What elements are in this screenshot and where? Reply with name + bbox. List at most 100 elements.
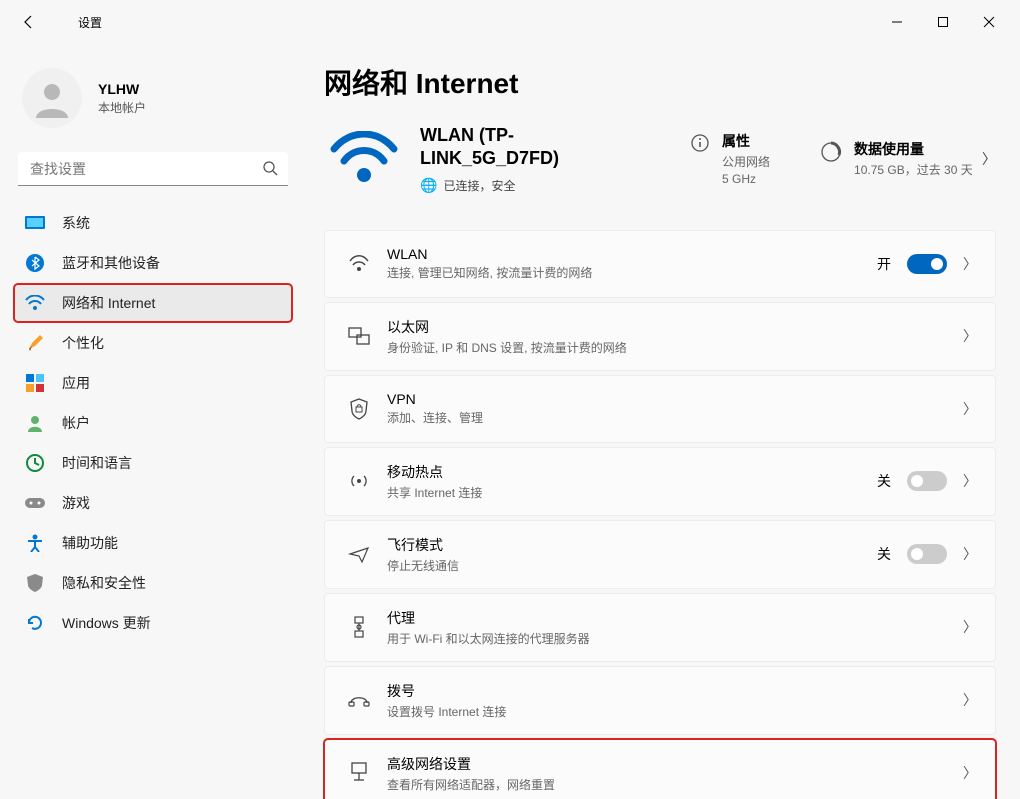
card-desc: 查看所有网络适配器，网络重置 <box>387 776 555 793</box>
page-title: 网络和 Internet <box>324 62 996 102</box>
nav-label: Windows 更新 <box>62 613 151 633</box>
system-icon <box>24 212 46 234</box>
info-icon <box>690 133 710 158</box>
status-sub: 已连接，安全 <box>443 177 515 194</box>
avatar <box>22 68 82 128</box>
nav-system[interactable]: 系统 <box>14 204 292 242</box>
card-title: WLAN <box>387 246 592 262</box>
chevron-right-icon: 〉 <box>963 326 977 346</box>
nav-label: 系统 <box>62 213 90 233</box>
nav-label: 时间和语言 <box>62 453 132 473</box>
status-row[interactable]: WLAN (TP-LINK_5G_D7FD) 🌐 已连接，安全 属性 公用网络 … <box>324 124 996 194</box>
chevron-right-icon: 〉 <box>963 399 977 419</box>
prop-head: 属性 <box>722 131 770 151</box>
nav-personalize[interactable]: 个性化 <box>14 324 292 362</box>
nav-label: 应用 <box>62 373 90 393</box>
window-title: 设置 <box>78 14 102 31</box>
nav-label: 网络和 Internet <box>62 293 155 313</box>
nav-gaming[interactable]: 游戏 <box>14 484 292 522</box>
nav: 系统 蓝牙和其他设备 网络和 Internet 个性化 应用 帐户 <box>14 204 292 642</box>
nav-label: 个性化 <box>62 333 104 353</box>
card-desc: 身份验证, IP 和 DNS 设置, 按流量计费的网络 <box>387 339 627 356</box>
nav-apps[interactable]: 应用 <box>14 364 292 402</box>
toggle-label: 关 <box>877 471 891 491</box>
card-title: 高级网络设置 <box>387 754 555 774</box>
chevron-right-icon: 〉 <box>963 690 977 710</box>
nav-accounts[interactable]: 帐户 <box>14 404 292 442</box>
prop-d1: 公用网络 <box>722 153 770 170</box>
airplane-toggle[interactable] <box>907 544 947 564</box>
card-desc: 共享 Internet 连接 <box>387 484 482 501</box>
nav-label: 辅助功能 <box>62 533 118 553</box>
profile-sub: 本地帐户 <box>98 99 146 116</box>
nav-bluetooth[interactable]: 蓝牙和其他设备 <box>14 244 292 282</box>
card-vpn[interactable]: VPN 添加、连接、管理 〉 <box>324 375 996 443</box>
gamepad-icon <box>24 492 46 514</box>
vpn-icon <box>339 398 379 420</box>
card-desc: 添加、连接、管理 <box>387 409 483 426</box>
window-controls <box>874 5 1012 39</box>
clock-icon <box>24 452 46 474</box>
nav-privacy[interactable]: 隐私和安全性 <box>14 564 292 602</box>
advanced-icon <box>339 762 379 784</box>
account-icon <box>24 412 46 434</box>
hotspot-toggle[interactable] <box>907 471 947 491</box>
toggle-label: 关 <box>877 544 891 564</box>
bluetooth-icon <box>24 252 46 274</box>
nav-update[interactable]: Windows 更新 <box>14 604 292 642</box>
data-icon <box>820 141 842 168</box>
card-dial[interactable]: 拨号 设置拨号 Internet 连接 〉 <box>324 666 996 735</box>
search-icon <box>262 160 278 181</box>
nav-label: 蓝牙和其他设备 <box>62 253 160 273</box>
chevron-right-icon: 〉 <box>963 763 977 783</box>
title-bar: 设置 <box>0 0 1020 44</box>
chevron-right-icon: 〉 <box>963 617 977 637</box>
accessibility-icon <box>24 532 46 554</box>
globe-icon: 🌐 <box>420 177 437 194</box>
wifi-icon <box>339 255 379 273</box>
wifi-icon <box>24 292 46 314</box>
status-title: WLAN (TP-LINK_5G_D7FD) <box>420 124 630 171</box>
card-desc: 连接, 管理已知网络, 按流量计费的网络 <box>387 264 592 281</box>
back-button[interactable] <box>14 7 44 37</box>
profile[interactable]: YLHW 本地帐户 <box>14 54 292 152</box>
card-advanced[interactable]: 高级网络设置 查看所有网络适配器，网络重置 〉 <box>324 739 996 799</box>
card-title: 移动热点 <box>387 462 482 482</box>
card-title: 以太网 <box>387 317 627 337</box>
sidebar: YLHW 本地帐户 系统 蓝牙和其他设备 网络和 Internet <box>0 44 300 799</box>
data-head: 数据使用量 <box>854 139 973 159</box>
minimize-button[interactable] <box>874 5 920 39</box>
card-ethernet[interactable]: 以太网 身份验证, IP 和 DNS 设置, 按流量计费的网络 〉 <box>324 302 996 371</box>
nav-label: 游戏 <box>62 493 90 513</box>
chevron-right-icon: 〉 <box>982 149 996 169</box>
cards: WLAN 连接, 管理已知网络, 按流量计费的网络 开 〉 以太网 身份验证, … <box>324 230 996 799</box>
nav-network[interactable]: 网络和 Internet <box>14 284 292 322</box>
wifi-large-icon <box>324 131 404 187</box>
dial-icon <box>339 691 379 709</box>
apps-icon <box>24 372 46 394</box>
profile-name: YLHW <box>98 81 146 97</box>
hotspot-icon <box>339 471 379 491</box>
chevron-right-icon: 〉 <box>963 254 977 274</box>
maximize-button[interactable] <box>920 5 966 39</box>
card-title: VPN <box>387 391 483 407</box>
close-button[interactable] <box>966 5 1012 39</box>
brush-icon <box>24 332 46 354</box>
update-icon <box>24 612 46 634</box>
card-desc: 停止无线通信 <box>387 557 459 574</box>
shield-icon <box>24 572 46 594</box>
card-airplane[interactable]: 飞行模式 停止无线通信 关 〉 <box>324 520 996 589</box>
nav-label: 隐私和安全性 <box>62 573 146 593</box>
nav-label: 帐户 <box>62 413 90 433</box>
toggle-label: 开 <box>877 254 891 274</box>
card-wlan[interactable]: WLAN 连接, 管理已知网络, 按流量计费的网络 开 〉 <box>324 230 996 298</box>
wlan-toggle[interactable] <box>907 254 947 274</box>
nav-accessibility[interactable]: 辅助功能 <box>14 524 292 562</box>
card-proxy[interactable]: 代理 用于 Wi-Fi 和以太网连接的代理服务器 〉 <box>324 593 996 662</box>
prop-d2: 5 GHz <box>722 172 770 186</box>
nav-time[interactable]: 时间和语言 <box>14 444 292 482</box>
card-hotspot[interactable]: 移动热点 共享 Internet 连接 关 〉 <box>324 447 996 516</box>
search-input[interactable] <box>18 152 288 186</box>
data-d: 10.75 GB，过去 30 天 <box>854 161 973 178</box>
chevron-right-icon: 〉 <box>963 544 977 564</box>
